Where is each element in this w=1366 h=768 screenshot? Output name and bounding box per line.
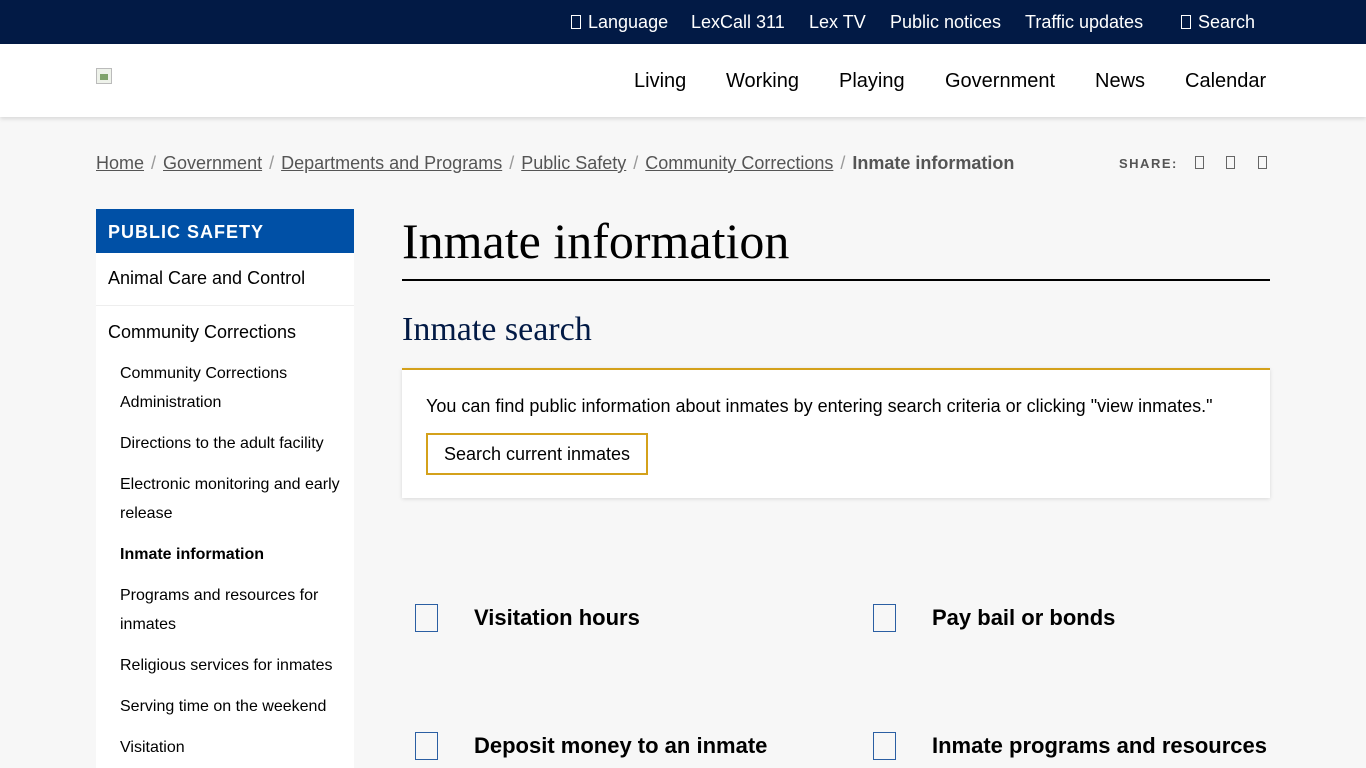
breadcrumb: Home / Government / Departments and Programs… xyxy=(96,152,1014,174)
sidebar: PUBLIC SAFETY Animal Care and Control Co… xyxy=(96,209,354,768)
breadcrumb-departments[interactable]: Departments and Programs xyxy=(281,153,502,173)
quick-link-pay-bail[interactable]: Pay bail or bonds xyxy=(873,604,1233,634)
search-description: You can find public information about in… xyxy=(426,396,1213,416)
breadcrumb-public-safety[interactable]: Public Safety xyxy=(521,153,626,173)
sidebar-subitem-electronic-monitoring[interactable]: Electronic monitoring and early release xyxy=(120,470,348,528)
nav-news[interactable]: News xyxy=(1095,69,1145,93)
globe-icon xyxy=(571,15,581,29)
quick-link-label: Deposit money to an inmate xyxy=(474,733,768,758)
utility-bar: Language LexCall 311 Lex TV Public notic… xyxy=(0,0,1366,44)
clock-icon xyxy=(415,604,438,632)
search-current-inmates-button[interactable]: Search current inmates xyxy=(426,433,648,475)
section-title: Inmate search xyxy=(402,311,592,348)
deposit-icon xyxy=(415,732,438,760)
breadcrumb-community-corrections[interactable]: Community Corrections xyxy=(645,153,833,173)
breadcrumb-separator: / xyxy=(840,153,846,173)
nav-calendar[interactable]: Calendar xyxy=(1185,69,1266,93)
search-label: Search xyxy=(1198,12,1256,32)
money-icon xyxy=(873,604,896,632)
search-icon xyxy=(1181,15,1191,29)
language-label: Language xyxy=(588,12,669,32)
sidebar-subitem-inmate-information[interactable]: Inmate information xyxy=(120,540,348,569)
email-icon[interactable] xyxy=(1258,156,1267,169)
quick-link-label: Pay bail or bonds xyxy=(932,605,1116,630)
sidebar-item-community-corrections[interactable]: Community Corrections xyxy=(108,321,296,343)
sidebar-subitem-religious-services[interactable]: Religious services for inmates xyxy=(120,651,348,680)
twitter-icon[interactable] xyxy=(1226,156,1235,169)
title-divider xyxy=(402,279,1270,281)
nav-working[interactable]: Working xyxy=(726,69,799,93)
breadcrumb-separator: / xyxy=(509,153,515,173)
sidebar-subitem-directions[interactable]: Directions to the adult facility xyxy=(120,429,348,458)
breadcrumb-home[interactable]: Home xyxy=(96,153,144,173)
sidebar-subitem-visitation[interactable]: Visitation xyxy=(120,733,348,762)
quick-link-label: Inmate programs and resources xyxy=(932,733,1268,758)
breadcrumb-current: Inmate information xyxy=(852,153,1015,173)
lexcall-link[interactable]: LexCall 311 xyxy=(691,11,785,33)
traffic-updates-link[interactable]: Traffic updates xyxy=(1025,11,1143,33)
main-nav: Living Working Playing Government News C… xyxy=(0,44,1366,117)
quick-link-label: Visitation hours xyxy=(474,605,640,630)
nav-playing[interactable]: Playing xyxy=(839,69,905,93)
nav-living[interactable]: Living xyxy=(634,69,686,93)
breadcrumb-government[interactable]: Government xyxy=(163,153,262,173)
breadcrumb-separator: / xyxy=(151,153,157,173)
language-link[interactable]: Language xyxy=(571,11,668,33)
quick-link-visitation-hours[interactable]: Visitation hours xyxy=(415,604,755,634)
sidebar-heading[interactable]: PUBLIC SAFETY xyxy=(96,209,354,253)
quick-link-inmate-programs[interactable]: Inmate programs and resources xyxy=(873,732,1273,762)
page-title: Inmate information xyxy=(402,213,790,269)
sidebar-subitem-weekend[interactable]: Serving time on the weekend xyxy=(120,692,348,721)
search-link[interactable]: Search xyxy=(1181,11,1255,33)
lextv-link[interactable]: Lex TV xyxy=(809,11,866,33)
sidebar-item-animal-care[interactable]: Animal Care and Control xyxy=(108,267,305,289)
share-label: SHARE: xyxy=(1119,156,1178,171)
programs-icon xyxy=(873,732,896,760)
nav-government[interactable]: Government xyxy=(945,69,1055,93)
public-notices-link[interactable]: Public notices xyxy=(890,11,1001,33)
breadcrumb-separator: / xyxy=(633,153,639,173)
sidebar-subitem-administration[interactable]: Community Corrections Administration xyxy=(120,359,348,417)
facebook-icon[interactable] xyxy=(1195,156,1204,169)
sidebar-subitem-programs-resources[interactable]: Programs and resources for inmates xyxy=(120,581,348,639)
quick-link-deposit-money[interactable]: Deposit money to an inmate xyxy=(415,732,815,762)
inmate-search-card: You can find public information about in… xyxy=(402,368,1270,498)
sidebar-divider xyxy=(96,305,354,306)
site-logo[interactable] xyxy=(96,68,112,84)
breadcrumb-separator: / xyxy=(269,153,275,173)
